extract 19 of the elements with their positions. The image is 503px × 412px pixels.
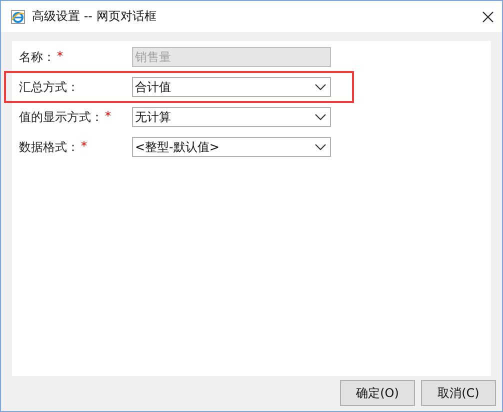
chevron-down-icon [315, 114, 326, 120]
close-icon[interactable] [482, 10, 494, 22]
required-mark: * [57, 48, 63, 64]
dialog-button[interactable]: 取消(C) [421, 380, 496, 406]
field-label: 数据格式： [19, 138, 79, 156]
dropdown[interactable]: 合计值 [132, 77, 331, 97]
field-label: 名称： [19, 48, 55, 66]
field-label: 汇总方式： [19, 78, 79, 96]
window-title: 高级设置 -- 网页对话框 [32, 8, 158, 25]
text-field: 销售量 [132, 47, 331, 67]
dropdown[interactable]: 无计算 [132, 107, 331, 127]
required-mark: * [81, 138, 87, 154]
chevron-down-icon [315, 144, 326, 150]
dialog-button[interactable]: 确定(O) [340, 380, 415, 406]
browser-icon [10, 8, 26, 24]
field-label: 值的显示方式： [19, 108, 103, 126]
dropdown[interactable]: <整型-默认值> [132, 137, 331, 157]
required-mark: * [105, 108, 111, 124]
chevron-down-icon [315, 84, 326, 90]
